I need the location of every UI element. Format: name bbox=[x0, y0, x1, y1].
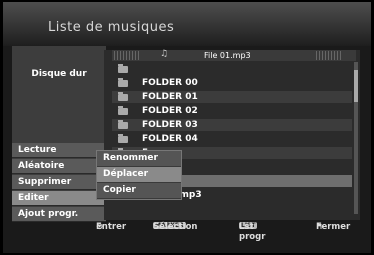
disc-label: Disque dur bbox=[31, 69, 87, 79]
list-header: ♫ File 01.mp3 bbox=[112, 49, 356, 61]
folder-icon bbox=[118, 92, 128, 101]
menu-item-supprimer[interactable]: Supprimer bbox=[12, 175, 106, 190]
list-item[interactable]: FOLDER 01 bbox=[112, 91, 352, 103]
screen: Liste de musiques Disque dur ◉◉ Lecture … bbox=[3, 2, 371, 253]
music-note-icon: ♫ bbox=[160, 49, 169, 59]
scrollbar-thumb[interactable] bbox=[354, 70, 358, 102]
folder-icon bbox=[118, 120, 128, 129]
popup-item-deplacer[interactable]: Déplacer bbox=[97, 167, 181, 183]
title-bar: Liste de musiques bbox=[3, 2, 371, 46]
header-pattern-left bbox=[114, 51, 140, 60]
popup-item-renommer[interactable]: Renommer bbox=[97, 151, 181, 167]
list-item[interactable]: FOLDER 02 bbox=[112, 105, 352, 117]
side-menu: Lecture Aléatoire Supprimer Editer Ajout… bbox=[12, 143, 106, 223]
folder-icon bbox=[118, 78, 128, 87]
current-file: File 01.mp3 bbox=[204, 51, 251, 60]
header-pattern-right bbox=[316, 51, 342, 60]
list-item[interactable]: FOLDER 04 bbox=[112, 133, 352, 145]
list-item[interactable]: FOLDER 03 bbox=[112, 119, 352, 131]
folder-up-icon bbox=[118, 64, 128, 73]
page-title: Liste de musiques bbox=[48, 20, 175, 35]
menu-item-lecture[interactable]: Lecture bbox=[12, 143, 106, 158]
folder-icon bbox=[118, 106, 128, 115]
list-item[interactable]: FOLDER 00 bbox=[112, 77, 352, 89]
menu-item-editer[interactable]: Editer bbox=[12, 191, 106, 206]
footer-hints: ⊙ Entrer MARKER Sélection LIST Lst progr ↰… bbox=[96, 222, 351, 242]
folder-icon bbox=[118, 134, 128, 143]
popup-item-copier[interactable]: Copier bbox=[97, 183, 181, 199]
menu-item-ajout-progr[interactable]: Ajout progr. bbox=[12, 207, 106, 222]
list-item-folder-up[interactable] bbox=[112, 63, 352, 75]
menu-item-aleatoire[interactable]: Aléatoire bbox=[12, 159, 106, 174]
edit-popup-menu: Renommer Déplacer Copier bbox=[96, 150, 182, 200]
